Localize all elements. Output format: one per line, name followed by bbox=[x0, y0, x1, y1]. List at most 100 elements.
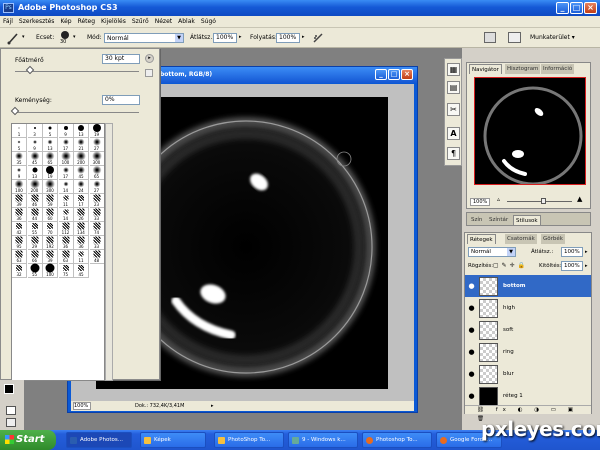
task-photoshop[interactable]: Adobe Photos... bbox=[66, 432, 132, 448]
airbrush-icon[interactable] bbox=[312, 32, 324, 44]
navigator-preview[interactable] bbox=[474, 77, 586, 185]
hardness-slider-thumb[interactable] bbox=[10, 106, 20, 116]
brush-preset[interactable]: 46 bbox=[27, 194, 43, 208]
workspace-menu[interactable]: Munkaterület ▾ bbox=[530, 34, 575, 41]
brush-preset[interactable]: 9 bbox=[12, 166, 27, 180]
brush-preset[interactable]: 9 bbox=[27, 138, 43, 152]
menu-file[interactable]: Fájl bbox=[3, 18, 13, 25]
doc-minimize-button[interactable]: _ bbox=[375, 69, 387, 80]
brush-preset[interactable]: 70 bbox=[43, 222, 58, 236]
navigator-zoom-field[interactable]: 100% bbox=[470, 198, 491, 206]
doc-close-button[interactable]: × bbox=[401, 69, 413, 80]
brush-preset[interactable]: 75 bbox=[58, 264, 74, 278]
tab-styles[interactable]: Stílusok bbox=[513, 215, 541, 225]
tool-preset-arrow-icon[interactable]: ▾ bbox=[22, 34, 25, 40]
menu-image[interactable]: Kép bbox=[60, 18, 71, 25]
layer-row[interactable]: ● soft bbox=[465, 319, 591, 342]
flow-input[interactable]: 100% bbox=[276, 33, 300, 43]
brush-preset[interactable]: 11 bbox=[74, 250, 89, 264]
brush-preset[interactable]: 5 bbox=[43, 124, 58, 138]
brush-preset[interactable]: 60 bbox=[43, 208, 58, 222]
menu-filter[interactable]: Szűrő bbox=[132, 18, 149, 25]
panel-menu-icon[interactable]: ▸ bbox=[145, 54, 154, 63]
brush-preset[interactable]: 27 bbox=[89, 180, 104, 194]
maximize-button[interactable]: □ bbox=[570, 2, 583, 14]
lock-icons[interactable]: ▢✎✛🔒 bbox=[493, 262, 528, 269]
tab-navigator[interactable]: Navigátor bbox=[469, 64, 502, 74]
zoom-in-icon[interactable]: ▲ bbox=[577, 195, 582, 203]
brush-preset[interactable]: 14 bbox=[58, 180, 74, 194]
visibility-eye-icon[interactable]: ● bbox=[467, 370, 476, 379]
brushes-panel-icon[interactable]: ▦ bbox=[447, 63, 460, 76]
brush-preset[interactable]: 19 bbox=[89, 124, 104, 138]
save-preset-icon[interactable] bbox=[145, 69, 153, 77]
brush-preset[interactable]: 48 bbox=[89, 250, 104, 264]
brush-preset[interactable]: 1 bbox=[12, 124, 27, 138]
layer-row[interactable]: ● ring bbox=[465, 341, 591, 364]
menu-edit[interactable]: Szerkesztés bbox=[19, 18, 55, 25]
brush-preset[interactable]: 55 bbox=[27, 222, 43, 236]
brush-preset[interactable]: 13 bbox=[43, 138, 58, 152]
minimize-button[interactable]: _ bbox=[556, 2, 569, 14]
brush-preset[interactable]: 45 bbox=[27, 151, 43, 166]
brush-preset-picker[interactable]: 30 bbox=[58, 30, 72, 46]
brush-preset[interactable]: 100 bbox=[43, 263, 58, 278]
brush-preset[interactable]: 66 bbox=[27, 250, 43, 264]
brush-preset[interactable]: 59 bbox=[43, 194, 58, 208]
layer-opacity-input[interactable]: 100% bbox=[561, 247, 583, 257]
brush-preset[interactable]: 5 bbox=[12, 138, 27, 152]
info-arrow-icon[interactable]: ▸ bbox=[211, 401, 214, 411]
paragraph-panel-icon[interactable]: ¶ bbox=[447, 147, 460, 160]
blend-mode-select[interactable]: Normál ▼ bbox=[468, 247, 516, 257]
brush-preset[interactable]: 29 bbox=[27, 236, 43, 250]
tab-swatches[interactable]: Színtár bbox=[487, 215, 511, 225]
hardness-slider-track[interactable] bbox=[15, 112, 139, 113]
fill-arrow-icon[interactable]: ▸ bbox=[585, 263, 588, 269]
brush-preset[interactable]: 19 bbox=[43, 166, 58, 180]
brush-preset[interactable]: 65 bbox=[43, 151, 58, 166]
layer-actions-bar[interactable]: ⛓ fx ◐ ◑ ▭ ▣ 🗑 bbox=[465, 405, 591, 422]
diameter-input[interactable]: 30 kpt bbox=[102, 54, 140, 64]
brush-preset[interactable]: 17 bbox=[58, 138, 74, 152]
layer-row[interactable]: ● blur bbox=[465, 363, 591, 386]
brush-preset[interactable]: 44 bbox=[27, 208, 43, 222]
brush-preset[interactable]: 33 bbox=[89, 236, 104, 250]
bridge-icon[interactable] bbox=[508, 32, 521, 43]
brush-preset[interactable]: 300 bbox=[43, 179, 58, 194]
task-photoshop-tutorial-2[interactable]: Photoshop To... bbox=[362, 432, 432, 448]
tab-channels[interactable]: Csatornák bbox=[505, 234, 537, 244]
brush-preset[interactable]: 39 bbox=[12, 194, 27, 208]
menu-layer[interactable]: Réteg bbox=[78, 18, 95, 25]
brush-preset[interactable]: 23 bbox=[89, 194, 104, 208]
brush-preset[interactable]: 39 bbox=[43, 250, 58, 264]
zoom-out-icon[interactable]: ▵ bbox=[497, 196, 500, 203]
task-images[interactable]: Képek bbox=[140, 432, 206, 448]
brush-preset[interactable]: 55 bbox=[27, 263, 43, 278]
visibility-eye-icon[interactable]: ● bbox=[467, 348, 476, 357]
brush-preset[interactable]: 33 bbox=[89, 208, 104, 222]
brush-preset[interactable]: 45 bbox=[74, 264, 89, 278]
zoom-field[interactable]: 100% bbox=[73, 402, 91, 410]
doc-maximize-button[interactable]: □ bbox=[388, 69, 400, 80]
visibility-eye-icon[interactable]: ● bbox=[467, 282, 476, 291]
file-browser-icon[interactable] bbox=[484, 32, 496, 43]
zoom-slider-track[interactable] bbox=[507, 201, 572, 202]
hardness-input[interactable]: 0% bbox=[102, 95, 140, 105]
fill-input[interactable]: 100% bbox=[561, 261, 583, 271]
brush-preset[interactable]: 26 bbox=[74, 208, 89, 222]
brush-preset[interactable]: 63 bbox=[12, 250, 27, 264]
brush-preset[interactable]: 17 bbox=[74, 194, 89, 208]
brush-preset[interactable]: 21 bbox=[74, 138, 89, 152]
brush-preset[interactable]: 36 bbox=[74, 236, 89, 250]
brush-preset[interactable]: 14 bbox=[58, 208, 74, 222]
diameter-slider-track[interactable] bbox=[15, 71, 139, 72]
tab-info[interactable]: Információ bbox=[541, 64, 575, 74]
tab-histogram[interactable]: Hisztogram bbox=[505, 64, 541, 74]
tab-color[interactable]: Szín bbox=[469, 215, 485, 225]
opacity-arrow-icon[interactable]: ▸ bbox=[585, 249, 588, 255]
brush-preset[interactable]: 13 bbox=[27, 166, 43, 180]
brush-preset[interactable]: 134 bbox=[74, 222, 89, 236]
brush-preset[interactable]: 13 bbox=[74, 124, 89, 138]
brush-preset[interactable]: 36 bbox=[12, 208, 27, 222]
brush-preset[interactable]: 100 bbox=[12, 179, 27, 194]
